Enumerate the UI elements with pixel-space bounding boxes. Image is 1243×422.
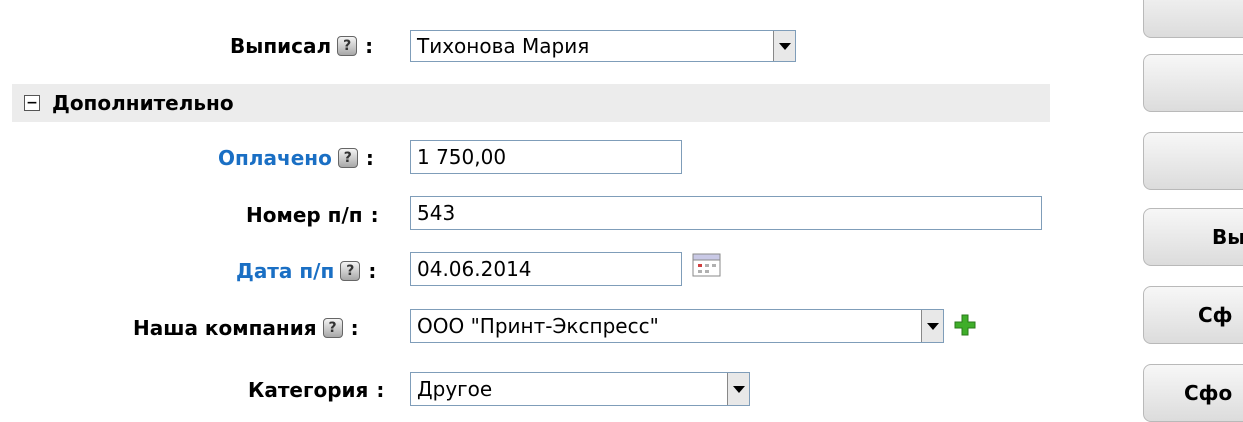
issued-by-select[interactable]: Тихонова Мария <box>410 30 796 62</box>
side-button-3[interactable] <box>1143 132 1243 190</box>
label-colon: : <box>376 378 385 402</box>
category-label-group: Категория : <box>248 378 384 402</box>
issued-by-label: Выписал <box>230 34 332 58</box>
label-colon: : <box>370 203 379 227</box>
our-company-value: ООО "Принт-Экспресс" <box>417 314 659 338</box>
payment-number-input[interactable]: 543 <box>410 196 1042 230</box>
chevron-down-icon[interactable] <box>921 310 943 342</box>
issued-by-value: Тихонова Мария <box>417 34 590 58</box>
payment-number-label-group: Номер п/п : <box>246 203 379 227</box>
side-button-4[interactable]: Вы <box>1143 208 1243 266</box>
label-colon: : <box>368 259 377 283</box>
label-colon: : <box>350 316 359 340</box>
side-button-6[interactable]: Сфо <box>1143 364 1243 422</box>
paid-label[interactable]: Оплачено <box>218 146 332 170</box>
our-company-select[interactable]: ООО "Принт-Экспресс" <box>410 309 944 343</box>
collapse-icon[interactable]: − <box>24 95 40 111</box>
our-company-label-group: Наша компания ? : <box>133 316 359 340</box>
payment-date-input[interactable]: 04.06.2014 <box>410 252 682 286</box>
help-icon[interactable]: ? <box>337 36 358 56</box>
help-icon[interactable]: ? <box>322 318 343 338</box>
payment-number-label: Номер п/п <box>246 203 363 227</box>
add-icon[interactable] <box>952 312 978 338</box>
paid-label-group: Оплачено ? : <box>218 146 374 170</box>
help-icon[interactable]: ? <box>337 148 358 168</box>
category-label: Категория <box>248 378 369 402</box>
issued-by-label-group: Выписал ? : <box>230 34 373 58</box>
section-title: Дополнительно <box>52 91 234 115</box>
side-button-1[interactable] <box>1143 0 1243 38</box>
payment-date-label[interactable]: Дата п/п <box>236 259 334 283</box>
side-button-2[interactable] <box>1143 54 1243 112</box>
section-additional[interactable]: − Дополнительно <box>12 84 1050 122</box>
side-button-5[interactable]: Сф <box>1143 286 1243 344</box>
chevron-down-icon[interactable] <box>727 373 749 405</box>
our-company-label: Наша компания <box>133 316 317 340</box>
chevron-down-icon[interactable] <box>773 31 795 61</box>
category-value: Другое <box>417 377 493 401</box>
calendar-icon[interactable] <box>692 252 722 278</box>
help-icon[interactable]: ? <box>340 261 361 281</box>
category-select[interactable]: Другое <box>410 372 750 406</box>
paid-input[interactable]: 1 750,00 <box>410 140 682 174</box>
label-colon: : <box>365 34 374 58</box>
label-colon: : <box>365 146 374 170</box>
payment-date-label-group: Дата п/п ? : <box>236 259 376 283</box>
